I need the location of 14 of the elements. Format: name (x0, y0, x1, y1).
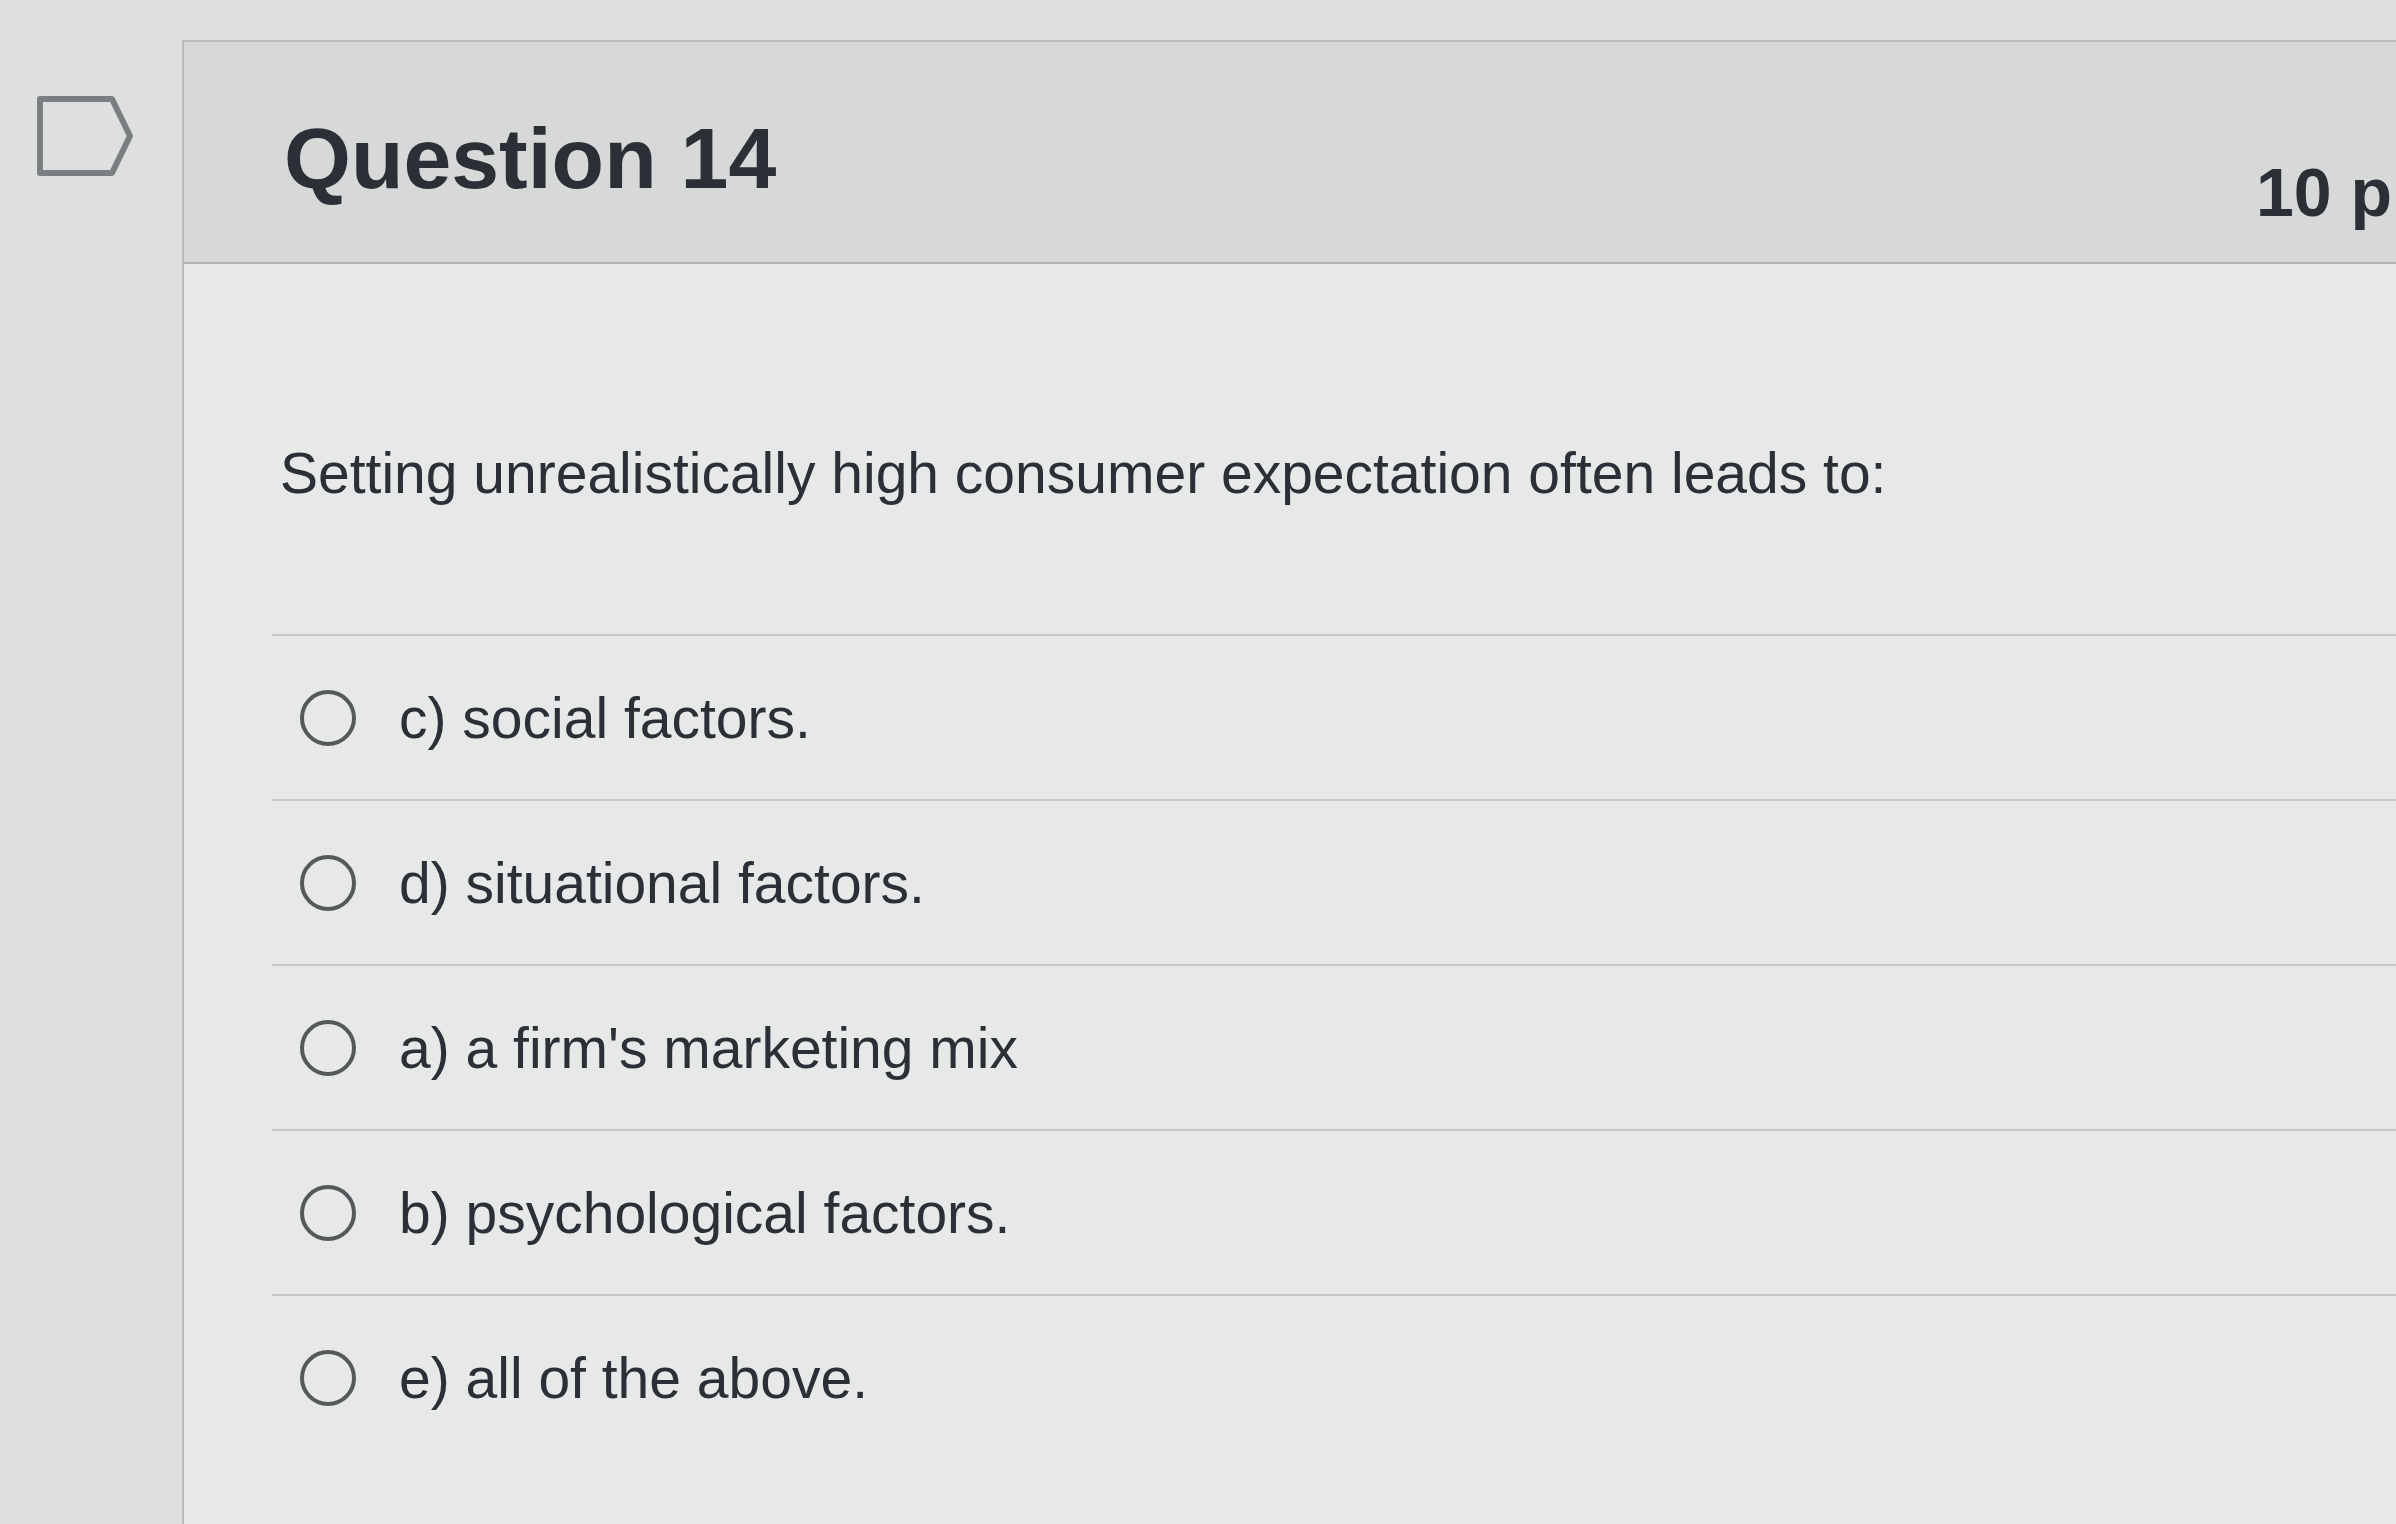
radio-button[interactable] (299, 688, 357, 747)
answer-label[interactable]: e) all of the above. (399, 1344, 868, 1411)
answer-label[interactable]: b) psychological factors. (399, 1179, 1011, 1246)
question-text: Setting unrealistically high consumer expectation often leads to: (280, 440, 1887, 506)
flag-icon[interactable] (36, 95, 134, 177)
answer-label[interactable]: d) situational factors. (399, 849, 925, 916)
question-points: 10 p (2255, 154, 2392, 230)
radio-button[interactable] (299, 1018, 357, 1077)
radio-button[interactable] (299, 853, 357, 912)
radio-button[interactable] (299, 1183, 357, 1242)
answer-label[interactable]: a) a firm's marketing mix (399, 1014, 1018, 1081)
answer-label[interactable]: c) social factors. (399, 684, 811, 751)
question-title: Question 14 (284, 110, 777, 206)
radio-button[interactable] (299, 1348, 357, 1407)
